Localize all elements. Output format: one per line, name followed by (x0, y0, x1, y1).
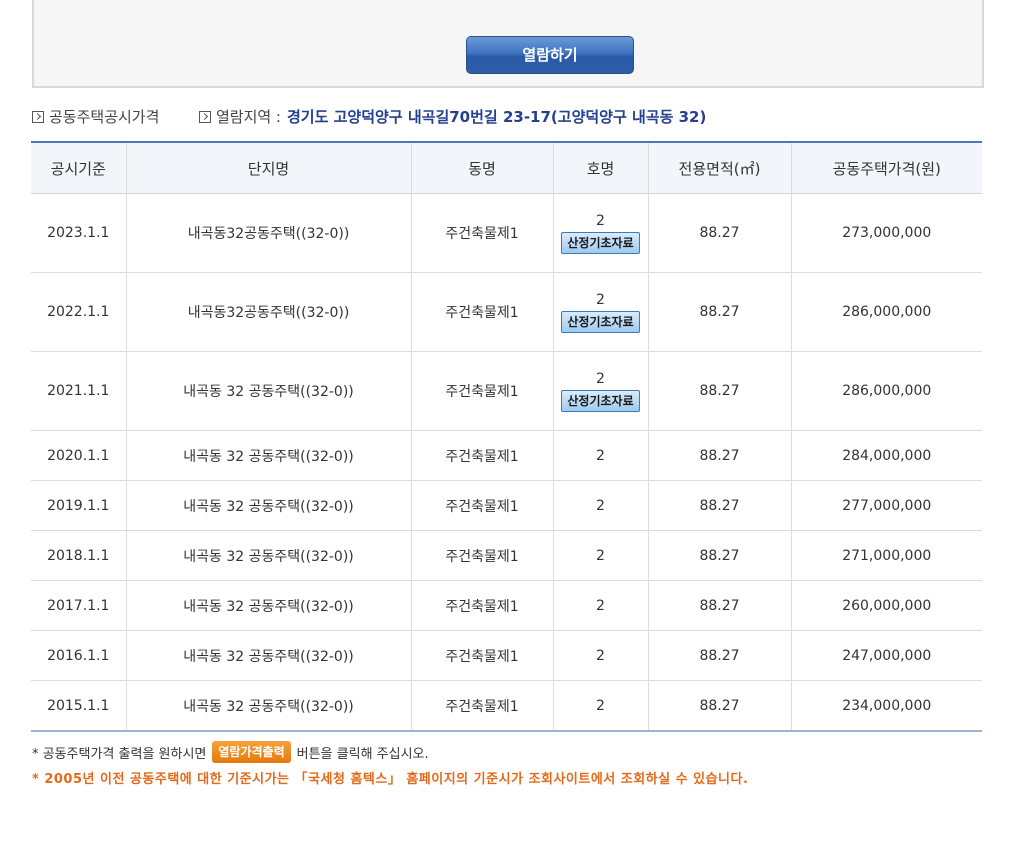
cell-ho: 2 (553, 430, 649, 481)
cell-date: 2023.1.1 (31, 193, 127, 273)
cell-area: 88.27 (648, 580, 792, 631)
table-row: 2018.1.1 내곡동 32 공동주택((32-0)) 주건축물제1 2 88.27 2… (31, 530, 982, 581)
ho-number: 2 (596, 647, 605, 664)
table-row: 2017.1.1 내곡동 32 공동주택((32-0)) 주건축물제1 2 88.27 2… (31, 580, 982, 631)
cell-date: 2018.1.1 (31, 530, 127, 581)
hometax-note: * 2005년 이전 공동주택에 대한 기준시가는 「국세청 홈텍스」 홈페이지… (32, 772, 749, 787)
ho-number: 2 (596, 697, 605, 714)
table-row: 2019.1.1 내곡동 32 공동주택((32-0)) 주건축물제1 2 88.27 2… (31, 480, 982, 531)
region-label: 열람지역 : (215, 108, 281, 126)
cell-dong: 주건축물제1 (411, 630, 554, 681)
region-item: 열람지역 : 경기도 고양덕양구 내곡길70번길 23-17(고양덕양구 내곡동… (198, 106, 707, 127)
basis-data-button[interactable]: 산정기초자료 (561, 232, 640, 254)
cell-dong: 주건축물제1 (411, 193, 554, 273)
print-price-button[interactable]: 열람가격출력 (212, 741, 291, 763)
section-label: 공동주택공시가격 (49, 108, 160, 126)
cell-area: 88.27 (648, 680, 792, 732)
region-value: 경기도 고양덕양구 내곡길70번길 23-17(고양덕양구 내곡동 32) (287, 108, 707, 126)
cell-price: 247,000,000 (791, 630, 982, 681)
ho-number: 2 (596, 292, 605, 308)
arrow-box-icon (32, 110, 44, 123)
cell-date: 2022.1.1 (31, 272, 127, 352)
table-row: 2016.1.1 내곡동 32 공동주택((32-0)) 주건축물제1 2 88.27 2… (31, 630, 982, 681)
basis-data-button[interactable]: 산정기초자료 (561, 311, 640, 333)
cell-complex: 내곡동 32 공동주택((32-0)) (126, 530, 412, 581)
cell-price: 271,000,000 (791, 530, 982, 581)
cell-area: 88.27 (648, 480, 792, 531)
cell-area: 88.27 (648, 530, 792, 581)
basis-data-button[interactable]: 산정기초자료 (561, 390, 640, 412)
header-area: 전용면적(㎡) (648, 142, 792, 194)
cell-date: 2017.1.1 (31, 580, 127, 631)
header-price: 공동주택가격(원) (791, 142, 982, 194)
cell-dong: 주건축물제1 (411, 580, 554, 631)
table-row: 2023.1.1 내곡동32공동주택((32-0)) 주건축물제1 2 산정기초자료 88… (31, 193, 982, 273)
cell-price: 273,000,000 (791, 193, 982, 273)
cell-dong: 주건축물제1 (411, 430, 554, 481)
ho-number: 2 (596, 371, 605, 387)
view-button[interactable]: 열람하기 (466, 36, 634, 74)
cell-area: 88.27 (648, 351, 792, 431)
cell-complex: 내곡동 32 공동주택((32-0)) (126, 351, 412, 431)
notes: * 공동주택가격 출력을 원하시면 열람가격출력 버튼을 클릭해 주십시오. *… (32, 740, 992, 787)
print-note-text-after: 버튼을 클릭해 주십시오. (296, 746, 429, 762)
table-header-row: 공시기준 단지명 동명 호명 전용면적(㎡) 공동주택가격(원) (31, 142, 982, 194)
cell-dong: 주건축물제1 (411, 480, 554, 531)
table-row: 2015.1.1 내곡동 32 공동주택((32-0)) 주건축물제1 2 88.27 2… (31, 680, 982, 732)
cell-date: 2015.1.1 (31, 680, 127, 732)
cell-area: 88.27 (648, 272, 792, 352)
cell-date: 2019.1.1 (31, 480, 127, 531)
cell-price: 234,000,000 (791, 680, 982, 732)
cell-ho: 2 (553, 680, 649, 732)
ho-number: 2 (596, 447, 605, 464)
table-row: 2020.1.1 내곡동 32 공동주택((32-0)) 주건축물제1 2 88.27 2… (31, 430, 982, 481)
header-ho: 호명 (553, 142, 649, 194)
cell-complex: 내곡동 32 공동주택((32-0)) (126, 630, 412, 681)
header-date: 공시기준 (31, 142, 127, 194)
cell-complex: 내곡동32공동주택((32-0)) (126, 193, 412, 273)
cell-area: 88.27 (648, 430, 792, 481)
cell-dong: 주건축물제1 (411, 272, 554, 352)
cell-dong: 주건축물제1 (411, 680, 554, 732)
cell-area: 88.27 (648, 630, 792, 681)
cell-date: 2021.1.1 (31, 351, 127, 431)
cell-ho: 2 (553, 630, 649, 681)
cell-price: 284,000,000 (791, 430, 982, 481)
info-line: 공동주택공시가격 열람지역 : 경기도 고양덕양구 내곡길70번길 23-17(… (32, 106, 992, 128)
ho-number: 2 (596, 597, 605, 614)
header-dong: 동명 (411, 142, 554, 194)
cell-price: 260,000,000 (791, 580, 982, 631)
cell-ho: 2 (553, 480, 649, 531)
print-note: * 공동주택가격 출력을 원하시면 열람가격출력 버튼을 클릭해 주십시오. (32, 740, 992, 764)
cell-complex: 내곡동 32 공동주택((32-0)) (126, 580, 412, 631)
cell-dong: 주건축물제1 (411, 351, 554, 431)
table-row: 2021.1.1 내곡동 32 공동주택((32-0)) 주건축물제1 2 산정기초자료… (31, 351, 982, 431)
cell-ho: 2 산정기초자료 (553, 351, 649, 431)
cell-dong: 주건축물제1 (411, 530, 554, 581)
print-note-text-before: * 공동주택가격 출력을 원하시면 (32, 746, 207, 762)
cell-ho: 2 산정기초자료 (553, 272, 649, 352)
cell-complex: 내곡동 32 공동주택((32-0)) (126, 430, 412, 481)
arrow-box-icon (198, 110, 211, 123)
cell-price: 286,000,000 (791, 272, 982, 352)
header-complex: 단지명 (126, 142, 412, 194)
ho-number: 2 (596, 547, 605, 564)
cell-price: 286,000,000 (791, 351, 982, 431)
section-label-item: 공동주택공시가격 (32, 106, 159, 127)
table-row: 2022.1.1 내곡동32공동주택((32-0)) 주건축물제1 2 산정기초자료 88… (31, 272, 982, 352)
cell-ho: 2 (553, 580, 649, 631)
cell-date: 2016.1.1 (31, 630, 127, 681)
ho-number: 2 (596, 497, 605, 514)
cell-complex: 내곡동32공동주택((32-0)) (126, 272, 412, 352)
cell-date: 2020.1.1 (31, 430, 127, 481)
cell-price: 277,000,000 (791, 480, 982, 531)
ho-number: 2 (596, 213, 605, 229)
cell-ho: 2 (553, 530, 649, 581)
cell-complex: 내곡동 32 공동주택((32-0)) (126, 680, 412, 732)
cell-ho: 2 산정기초자료 (553, 193, 649, 273)
cell-area: 88.27 (648, 193, 792, 273)
price-table: 공시기준 단지명 동명 호명 전용면적(㎡) 공동주택가격(원) 2023.1.… (31, 141, 982, 732)
cell-complex: 내곡동 32 공동주택((32-0)) (126, 480, 412, 531)
